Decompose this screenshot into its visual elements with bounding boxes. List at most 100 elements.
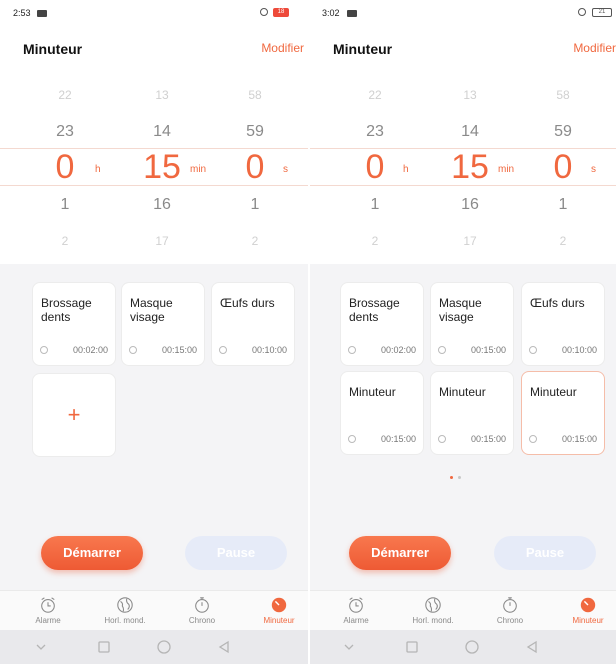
- preset-card[interactable]: Minuteur 00:15:00: [340, 371, 424, 455]
- pause-button[interactable]: Pause: [494, 536, 596, 570]
- preset-card[interactable]: Minuteur 00:15:00: [430, 371, 514, 455]
- preset-card-selected[interactable]: Minuteur 00:15:00: [521, 371, 605, 455]
- page-indicator: [450, 466, 480, 479]
- preset-name: Minuteur: [439, 385, 486, 399]
- minute-selected[interactable]: 15: [136, 148, 188, 186]
- alarm-clock-icon: [349, 597, 363, 613]
- preset-duration: 00:10:00: [561, 345, 597, 355]
- preset-duration: 00:15:00: [561, 434, 597, 444]
- tab-world-clock[interactable]: Horl. mond.: [90, 596, 160, 625]
- timer-icon: [580, 597, 596, 613]
- edit-button[interactable]: Modifier: [573, 41, 616, 55]
- screenshot-root: 2:53 18 Minuteur Modifier 22 23 0 h 1 2 …: [0, 0, 616, 664]
- clock-icon: [348, 346, 356, 354]
- second-selected[interactable]: 0: [548, 148, 578, 186]
- page-dot-active[interactable]: [450, 476, 453, 479]
- second-unit: s: [591, 164, 596, 175]
- alarm-status-icon: [578, 8, 586, 16]
- status-bar: 2:53 18: [0, 0, 308, 30]
- nav-back-icon[interactable]: [523, 638, 541, 656]
- second-selected[interactable]: 0: [240, 148, 270, 186]
- preset-name: Masque visage: [130, 296, 173, 324]
- phone-screen-left: 2:53 18 Minuteur Modifier 22 23 0 h 1 2 …: [0, 0, 308, 664]
- time-picker[interactable]: 22 23 0 h 1 2 13 14 15 min 16 17 58 59 0…: [310, 66, 616, 264]
- tab-alarm[interactable]: Alarme: [13, 596, 83, 625]
- preset-duration: 00:10:00: [251, 345, 287, 355]
- clock-icon: [129, 346, 137, 354]
- tab-chrono[interactable]: Chrono: [475, 596, 545, 625]
- status-bar: 3:02 21: [310, 0, 616, 30]
- preset-card[interactable]: Brossage dents 00:02:00: [32, 282, 116, 366]
- tab-world-clock[interactable]: Horl. mond.: [398, 596, 468, 625]
- tab-label: Chrono: [188, 616, 216, 625]
- second-option[interactable]: 59: [240, 123, 270, 141]
- minute-option[interactable]: 13: [448, 88, 492, 102]
- add-preset-button[interactable]: +: [32, 373, 116, 457]
- hour-option[interactable]: 1: [50, 196, 80, 214]
- nav-home-icon[interactable]: [463, 638, 481, 656]
- edit-button[interactable]: Modifier: [261, 41, 304, 55]
- hour-selected[interactable]: 0: [360, 148, 390, 186]
- hour-unit: h: [95, 164, 101, 175]
- nav-back-icon[interactable]: [215, 638, 233, 656]
- clock-icon: [219, 346, 227, 354]
- hour-option[interactable]: 2: [360, 234, 390, 248]
- preset-name: Œufs durs: [530, 296, 585, 310]
- preset-name: Œufs durs: [220, 296, 275, 310]
- start-button[interactable]: Démarrer: [349, 536, 451, 570]
- nav-home-icon[interactable]: [155, 638, 173, 656]
- second-option[interactable]: 2: [548, 234, 578, 248]
- second-option[interactable]: 2: [240, 234, 270, 248]
- hour-option[interactable]: 22: [360, 88, 390, 102]
- minute-option[interactable]: 17: [140, 234, 184, 248]
- preset-duration: 00:15:00: [470, 434, 506, 444]
- hour-option[interactable]: 1: [360, 196, 390, 214]
- tab-timer[interactable]: Minuteur: [244, 596, 308, 625]
- second-option[interactable]: 58: [548, 88, 578, 102]
- clock-icon: [40, 346, 48, 354]
- minute-option[interactable]: 14: [448, 123, 492, 141]
- tab-label: Alarme: [35, 616, 61, 625]
- minute-option[interactable]: 17: [448, 234, 492, 248]
- globe-icon: [425, 597, 441, 613]
- preset-card[interactable]: Œufs durs 00:10:00: [211, 282, 295, 366]
- page-dot[interactable]: [458, 476, 461, 479]
- second-option[interactable]: 58: [240, 88, 270, 102]
- time-picker[interactable]: 22 23 0 h 1 2 13 14 15 min 16 17 58 59 0…: [0, 66, 308, 264]
- preset-card[interactable]: Brossage dents 00:02:00: [340, 282, 424, 366]
- start-button[interactable]: Démarrer: [41, 536, 143, 570]
- second-option[interactable]: 1: [548, 196, 578, 214]
- preset-card[interactable]: Masque visage 00:15:00: [430, 282, 514, 366]
- hour-option[interactable]: 23: [360, 123, 390, 141]
- minute-option[interactable]: 13: [140, 88, 184, 102]
- pause-button[interactable]: Pause: [185, 536, 287, 570]
- preset-card[interactable]: Masque visage 00:15:00: [121, 282, 205, 366]
- nav-collapse-icon[interactable]: [32, 638, 50, 656]
- minute-option[interactable]: 16: [448, 196, 492, 214]
- hour-option[interactable]: 23: [50, 123, 80, 141]
- hour-unit: h: [403, 164, 409, 175]
- preset-duration: 00:02:00: [380, 345, 416, 355]
- nav-recents-icon[interactable]: [403, 638, 421, 656]
- tab-alarm[interactable]: Alarme: [321, 596, 391, 625]
- tab-chrono[interactable]: Chrono: [167, 596, 237, 625]
- tab-timer[interactable]: Minuteur: [553, 596, 616, 625]
- hour-selected[interactable]: 0: [50, 148, 80, 186]
- nav-recents-icon[interactable]: [95, 638, 113, 656]
- bottom-tab-bar: Alarme Horl. mond. Chrono Minuteur: [310, 590, 616, 630]
- preset-name: Minuteur: [530, 385, 577, 399]
- clock-icon: [438, 435, 446, 443]
- second-option[interactable]: 1: [240, 196, 270, 214]
- hour-option[interactable]: 2: [50, 234, 80, 248]
- preset-duration: 00:02:00: [72, 345, 108, 355]
- minute-option[interactable]: 14: [140, 123, 184, 141]
- alarm-clock-icon: [41, 597, 55, 613]
- minute-option[interactable]: 16: [140, 196, 184, 214]
- minute-selected[interactable]: 15: [444, 148, 496, 186]
- hour-option[interactable]: 22: [50, 88, 80, 102]
- preset-card[interactable]: Œufs durs 00:10:00: [521, 282, 605, 366]
- second-option[interactable]: 59: [548, 123, 578, 141]
- timer-icon: [271, 597, 287, 613]
- nav-collapse-icon[interactable]: [340, 638, 358, 656]
- preset-duration: 00:15:00: [380, 434, 416, 444]
